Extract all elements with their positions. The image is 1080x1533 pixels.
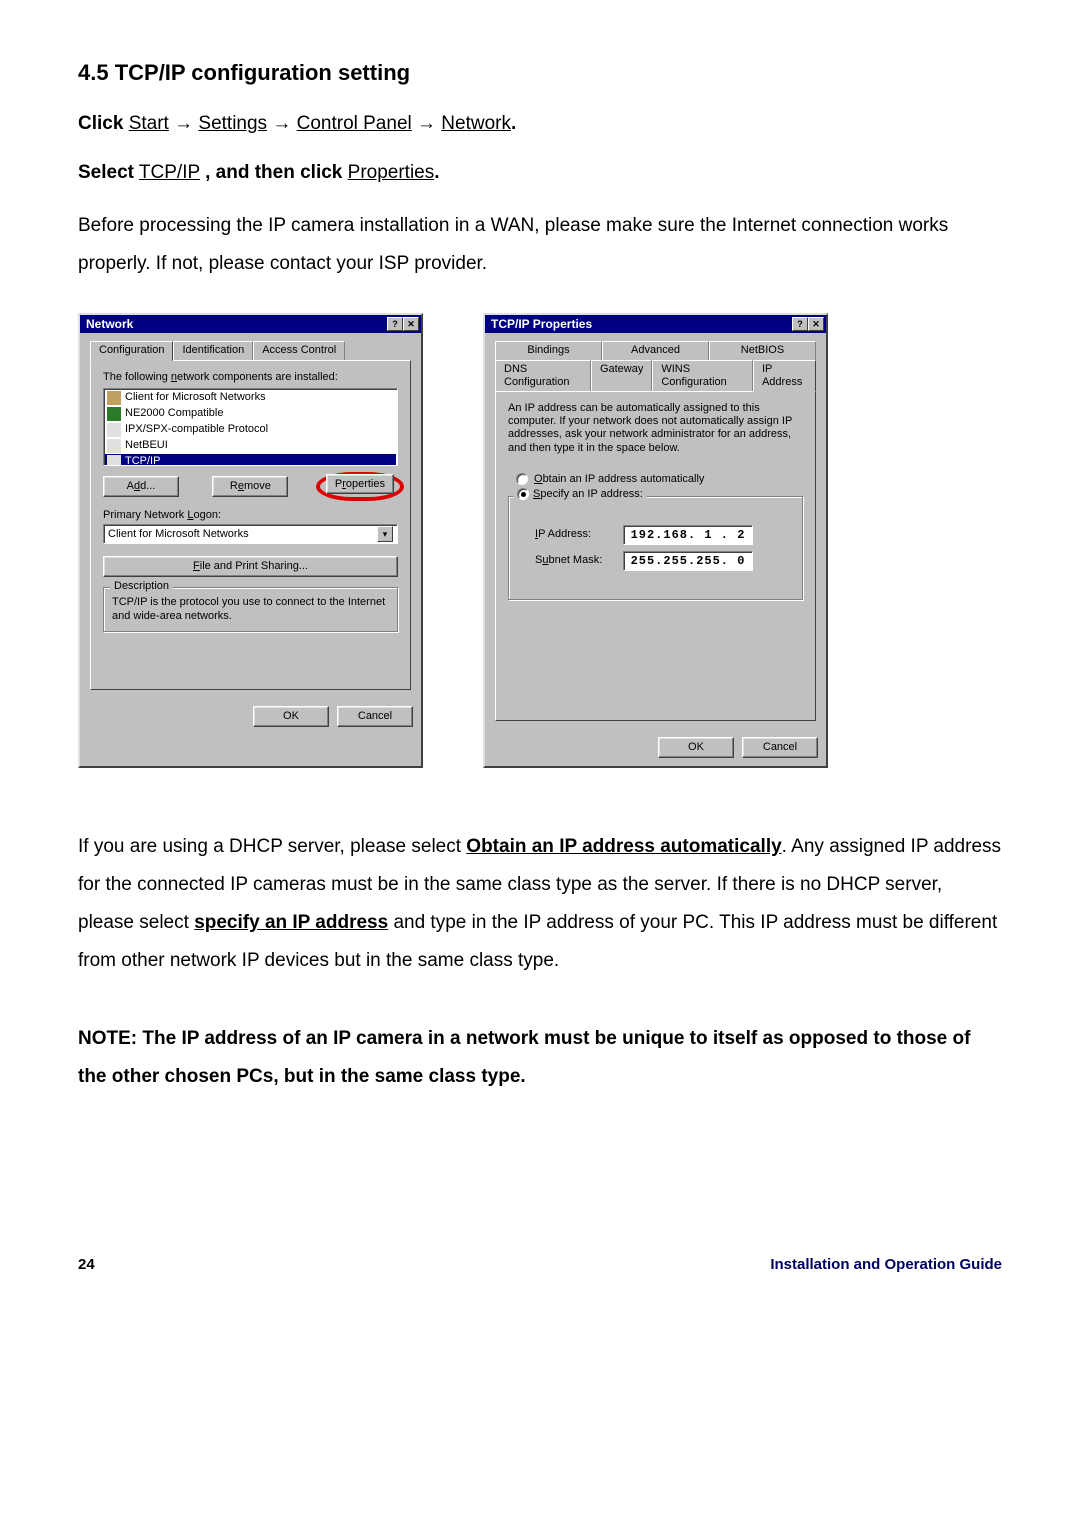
- protocol-icon: [107, 423, 121, 437]
- obtain-auto-emphasis: Obtain an IP address automatically: [466, 836, 781, 857]
- nav-start: Start: [129, 113, 169, 134]
- tab-ip-address[interactable]: IP Address: [753, 360, 816, 392]
- select-tcpip: TCP/IP: [139, 162, 200, 183]
- click-path-line: Click Start → Settings → Control Panel →…: [78, 110, 1002, 139]
- adapter-icon: [107, 407, 121, 421]
- primary-logon-value: Client for Microsoft Networks: [108, 528, 249, 541]
- radio-obtain-auto[interactable]: Obtain an IP address automatically: [516, 473, 803, 486]
- description-text: TCP/IP is the protocol you use to connec…: [112, 596, 389, 622]
- tab-identification[interactable]: Identification: [173, 341, 253, 360]
- network-dialog-titlebar: Network ? ✕: [80, 315, 421, 333]
- select-tcpip-line: Select TCP/IP , and then click Propertie…: [78, 159, 1002, 188]
- list-item[interactable]: NetBEUI: [105, 438, 396, 454]
- tab-gateway[interactable]: Gateway: [591, 360, 652, 392]
- ip-address-label: IP Address:: [535, 528, 613, 541]
- protocol-icon: [107, 439, 121, 453]
- add-button[interactable]: Add...: [103, 476, 179, 497]
- ip-intro-text: An IP address can be automatically assig…: [508, 402, 803, 455]
- close-icon[interactable]: ✕: [403, 317, 419, 331]
- highlight-oval-icon: Properties: [316, 472, 404, 501]
- chevron-down-icon[interactable]: ▾: [377, 526, 393, 542]
- subnet-mask-field[interactable]: 255.255.255. 0: [623, 551, 753, 571]
- specify-ip-groupbox: Specify an IP address: IP Address: 192.1…: [508, 496, 803, 600]
- properties-word: Properties: [348, 162, 435, 183]
- tcpip-dialog-title: TCP/IP Properties: [491, 317, 592, 331]
- page-number: 24: [78, 1256, 95, 1273]
- list-item[interactable]: IPX/SPX-compatible Protocol: [105, 422, 396, 438]
- tab-dns-configuration[interactable]: DNS Configuration: [495, 360, 591, 392]
- note-paragraph: NOTE: The IP address of an IP camera in …: [78, 1020, 1002, 1096]
- description-groupbox: Description TCP/IP is the protocol you u…: [103, 587, 398, 631]
- radio-obtain-auto-label: Obtain an IP address automatically: [534, 473, 704, 486]
- radio-specify-ip[interactable]: Specify an IP address:: [513, 488, 647, 501]
- primary-logon-label: Primary Network Logon:: [103, 509, 398, 522]
- para-before-processing: Before processing the IP camera installa…: [78, 207, 1002, 283]
- tcpip-dialog-titlebar: TCP/IP Properties ? ✕: [485, 315, 826, 333]
- ip-address-field[interactable]: 192.168. 1 . 2: [623, 525, 753, 545]
- subnet-mask-label: Subnet Mask:: [535, 554, 613, 567]
- tcpip-properties-dialog: TCP/IP Properties ? ✕ Bindings Advanced …: [483, 313, 828, 768]
- list-item-selected[interactable]: TCP/IP: [105, 454, 396, 466]
- nav-network: Network: [441, 113, 511, 134]
- arrow: →: [174, 113, 193, 134]
- cancel-button[interactable]: Cancel: [742, 737, 818, 758]
- tab-configuration[interactable]: Configuration: [90, 341, 173, 360]
- section-heading: 4.5 TCP/IP configuration setting: [78, 60, 1002, 86]
- nav-control-panel: Control Panel: [297, 113, 412, 134]
- page-footer: 24 Installation and Operation Guide: [78, 1256, 1002, 1273]
- client-icon: [107, 391, 121, 405]
- primary-logon-dropdown[interactable]: Client for Microsoft Networks ▾: [103, 524, 398, 544]
- specify-ip-emphasis: specify an IP address: [194, 912, 388, 933]
- radio-icon: [516, 473, 528, 485]
- help-icon[interactable]: ?: [792, 317, 808, 331]
- ok-button[interactable]: OK: [253, 706, 329, 727]
- tab-wins-configuration[interactable]: WINS Configuration: [652, 360, 753, 392]
- close-icon[interactable]: ✕: [808, 317, 824, 331]
- help-icon[interactable]: ?: [387, 317, 403, 331]
- and-then-click: , and then click: [205, 162, 342, 183]
- radio-specify-ip-label: Specify an IP address:: [533, 488, 643, 501]
- ok-button[interactable]: OK: [658, 737, 734, 758]
- network-dialog-title: Network: [86, 317, 133, 331]
- click-label: Click: [78, 113, 123, 134]
- file-print-sharing-button[interactable]: File and Print Sharing...: [103, 556, 398, 577]
- remove-button[interactable]: Remove: [212, 476, 288, 497]
- components-listbox[interactable]: Client for Microsoft Networks NE2000 Com…: [103, 388, 398, 466]
- tab-netbios[interactable]: NetBIOS: [709, 341, 816, 360]
- tab-advanced[interactable]: Advanced: [602, 341, 709, 360]
- components-list-label: The following network components are ins…: [103, 371, 398, 384]
- select-label: Select: [78, 162, 134, 183]
- list-item[interactable]: NE2000 Compatible: [105, 406, 396, 422]
- list-item[interactable]: Client for Microsoft Networks: [105, 390, 396, 406]
- radio-icon: [517, 488, 529, 500]
- network-dialog: Network ? ✕ Configuration Identification…: [78, 313, 423, 768]
- screenshots-row: Network ? ✕ Configuration Identification…: [78, 313, 1002, 768]
- description-legend: Description: [110, 580, 173, 593]
- footer-guide-title: Installation and Operation Guide: [770, 1256, 1002, 1273]
- cancel-button[interactable]: Cancel: [337, 706, 413, 727]
- para-dhcp: If you are using a DHCP server, please s…: [78, 828, 1002, 980]
- properties-button[interactable]: Properties: [326, 474, 394, 494]
- tab-bindings[interactable]: Bindings: [495, 341, 602, 360]
- nav-settings: Settings: [198, 113, 267, 134]
- protocol-icon: [107, 455, 121, 466]
- tab-access-control[interactable]: Access Control: [253, 341, 345, 360]
